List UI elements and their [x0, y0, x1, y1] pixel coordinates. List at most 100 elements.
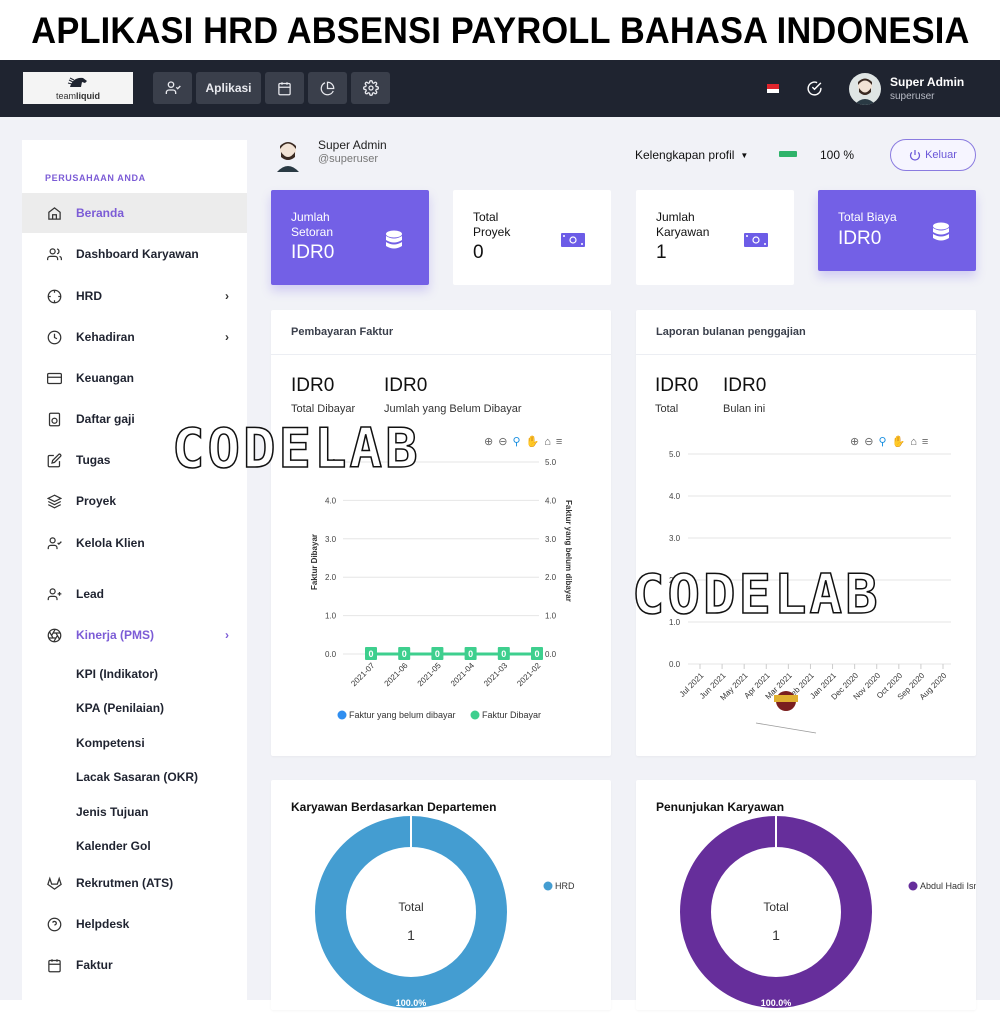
y-axis-title: Faktur Dibayar: [310, 534, 319, 590]
pan-hand-icon[interactable]: ✋: [526, 435, 540, 448]
zoom-out-icon[interactable]: ⊖: [498, 435, 507, 448]
menu-icon[interactable]: ≡: [556, 436, 562, 448]
reset-home-icon[interactable]: ⌂: [544, 436, 551, 448]
chevron-right-icon: ›: [225, 628, 229, 642]
promo-banner: APLIKASI HRD ABSENSI PAYROLL BAHASA INDO…: [0, 0, 1000, 62]
sidebar-item-label: Daftar gaji: [76, 412, 135, 426]
sidebar-item-label: Beranda: [76, 206, 125, 220]
sidebar-item-label: Keuangan: [76, 371, 135, 385]
sidebar-subitem-kpi[interactable]: KPI (Indikator): [76, 667, 158, 681]
sidebar-item-lead[interactable]: Lead: [22, 574, 247, 614]
language-switcher[interactable]: [767, 60, 779, 117]
sidebar-item-kehadiran[interactable]: Kehadiran ›: [22, 317, 247, 357]
chevron-right-icon: ›: [225, 289, 229, 303]
stat-card-jumlah-setoran[interactable]: Jumlah Setoran IDR0: [271, 190, 429, 285]
company-logo[interactable]: teamliquid: [23, 72, 133, 104]
sidebar-subitem-kompetensi[interactable]: Kompetensi: [76, 736, 145, 750]
settings-button[interactable]: [351, 72, 390, 104]
legend-label: HRD: [555, 881, 575, 891]
completeness-progress-bar: [779, 151, 797, 157]
sidebar-subitem-okr[interactable]: Lacak Sasaran (OKR): [76, 770, 198, 784]
money-icon: [561, 233, 585, 252]
check-circle-icon: [807, 81, 822, 96]
logo-text: teamliquid: [55, 90, 100, 101]
sidebar-item-label: Rekrutmen (ATS): [76, 876, 174, 890]
invoice-payment-panel: Pembayaran Faktur IDR0 Total Dibayar IDR…: [271, 310, 611, 756]
pie-chart-icon: [320, 81, 335, 95]
apps-button[interactable]: Aplikasi: [196, 72, 261, 104]
user-name: Super Admin: [890, 75, 965, 89]
sidebar-item-proyek[interactable]: Proyek: [22, 481, 247, 521]
chevron-right-icon: ›: [225, 330, 229, 344]
sidebar-item-label: Lead: [76, 587, 105, 601]
sidebar-item-label: Kinerja (PMS): [76, 628, 155, 642]
sidebar-item-keuangan[interactable]: Keuangan: [22, 358, 247, 398]
department-donut-chart: Total1100.0%HRD: [315, 816, 575, 1008]
data-label: 0: [435, 649, 440, 659]
tasks-check-button[interactable]: [806, 60, 823, 117]
assignment-donut-chart: Total1100.0%Abdul Hadi Ismail: [680, 816, 976, 1008]
logout-button[interactable]: Keluar: [890, 139, 976, 171]
zoom-selection-icon[interactable]: ⚲: [512, 435, 520, 448]
sidebar-item-label: Faktur: [76, 958, 113, 972]
stat-label: Total Proyek: [473, 210, 511, 239]
zoom-out-icon[interactable]: ⊖: [864, 435, 873, 448]
user-check-icon: [165, 81, 181, 94]
zoom-selection-icon[interactable]: ⚲: [878, 435, 886, 448]
donut-center-value: 1: [772, 927, 780, 943]
gitlab-icon: [46, 875, 62, 891]
stat-card-jumlah-karyawan[interactable]: Jumlah Karyawan 1: [636, 190, 794, 285]
sidebar-item-rekrutmen[interactable]: Rekrutmen (ATS): [22, 863, 247, 903]
menu-icon[interactable]: ≡: [922, 436, 928, 448]
donut-center-label: Total: [763, 900, 788, 914]
zoom-in-icon[interactable]: ⊕: [484, 435, 493, 448]
profile-name: Super Admin: [318, 138, 387, 152]
clients-button[interactable]: [153, 72, 192, 104]
x-tick-label: 2021-04: [449, 661, 477, 689]
profile-completeness-dropdown[interactable]: Kelengkapan profil ▼: [635, 148, 748, 162]
home-icon: [46, 205, 62, 221]
credit-card-icon: [46, 370, 62, 386]
user-username: superuser: [890, 91, 935, 102]
sidebar-subitem-kalender-gol[interactable]: Kalender Gol: [76, 839, 151, 853]
invoice-line-chart: 0.0 0.01.0 1.02.0 2.03.0 3.04.0 4.05.0 5.0Fakt…: [310, 458, 573, 720]
calendar-button[interactable]: [265, 72, 304, 104]
sidebar-item-dashboard-karyawan[interactable]: Dashboard Karyawan: [22, 234, 247, 274]
chart-toolbar: ⊕ ⊖ ⚲ ✋ ⌂ ≡: [850, 435, 928, 449]
y-tick-label: 0.0: [325, 650, 337, 659]
stat-card-total-proyek[interactable]: Total Proyek 0: [453, 190, 611, 285]
reset-home-icon[interactable]: ⌂: [910, 436, 917, 448]
legend-label: Abdul Hadi Ismail: [920, 881, 976, 891]
reports-button[interactable]: [308, 72, 347, 104]
y2-tick-label: 5.0: [545, 458, 557, 467]
legend-label: Faktur Dibayar: [482, 710, 541, 720]
help-circle-icon: [46, 916, 62, 932]
sidebar-item-helpdesk[interactable]: Helpdesk: [22, 904, 247, 944]
payroll-month-value: IDR0: [723, 375, 767, 396]
legend-marker: [543, 881, 553, 891]
logout-label: Keluar: [925, 149, 957, 161]
sidebar-item-label: Tugas: [76, 453, 111, 467]
completeness-value: 100 %: [820, 148, 855, 162]
y-tick-label: 4.0: [669, 492, 681, 501]
x-tick-label: 2021-02: [515, 661, 543, 689]
sidebar-subitem-kpa[interactable]: KPA (Penilaian): [76, 701, 164, 715]
sidebar-item-faktur[interactable]: Faktur: [22, 945, 247, 985]
data-label: 0: [402, 649, 407, 659]
pan-hand-icon[interactable]: ✋: [892, 435, 906, 448]
payroll-total-label: Total: [655, 403, 679, 415]
sidebar-item-beranda[interactable]: Beranda: [22, 193, 247, 233]
sidebar-item-kelola-klien[interactable]: Kelola Klien: [22, 523, 247, 563]
sidebar-item-hrd[interactable]: HRD ›: [22, 276, 247, 316]
y-tick-label: 3.0: [669, 534, 681, 543]
sidebar-item-kinerja[interactable]: Kinerja (PMS) ›: [22, 615, 247, 655]
zoom-in-icon[interactable]: ⊕: [850, 435, 859, 448]
clock-icon: [46, 329, 62, 345]
y-tick-label: 4.0: [325, 496, 337, 505]
stat-label: Jumlah Setoran: [291, 210, 334, 239]
stat-card-total-biaya[interactable]: Total Biaya IDR0: [818, 190, 976, 271]
legend-label: Faktur yang belum dibayar: [349, 710, 456, 720]
user-menu[interactable]: Super Admin superuser: [849, 60, 964, 117]
gear-icon: [362, 80, 379, 96]
sidebar-subitem-jenis-tujuan[interactable]: Jenis Tujuan: [76, 805, 148, 819]
